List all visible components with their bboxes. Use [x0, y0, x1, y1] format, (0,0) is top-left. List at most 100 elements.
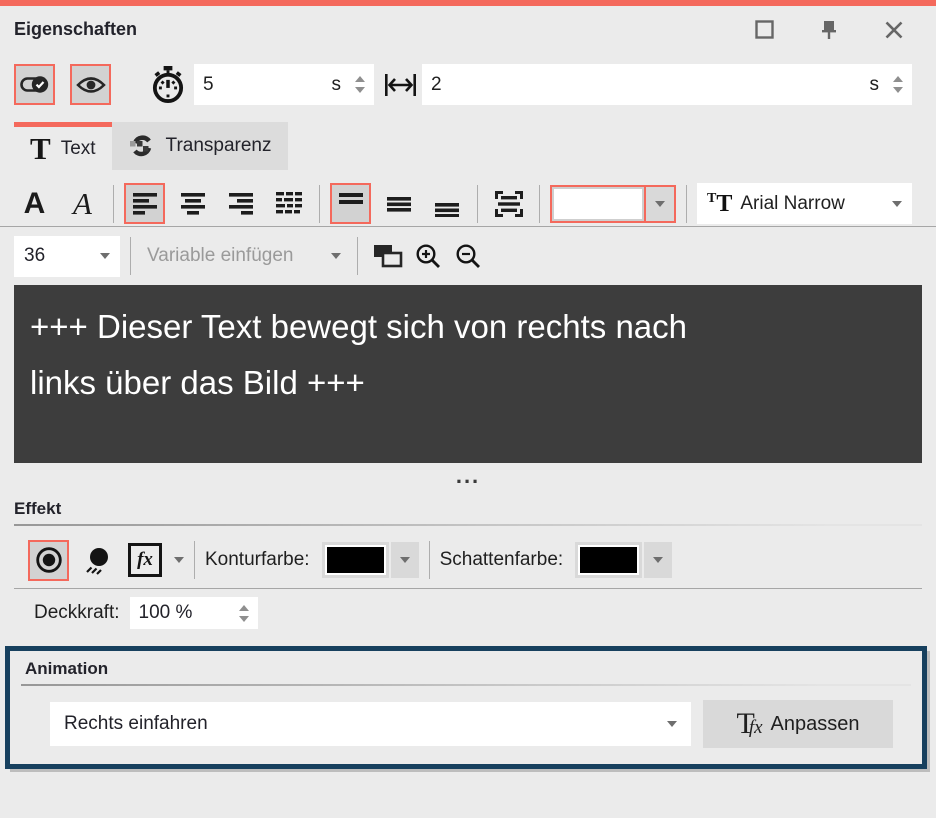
chevron-down-icon [667, 721, 677, 727]
separator [429, 541, 430, 579]
fit-text-button[interactable] [488, 183, 529, 224]
konturfarbe-dropdown[interactable] [391, 542, 419, 578]
chevron-down-icon [400, 557, 410, 563]
fx-dropdown-arrow[interactable] [174, 557, 184, 563]
tab-transparenz-label: Transparenz [166, 135, 272, 157]
align-center-button[interactable] [172, 183, 213, 224]
separator [113, 185, 114, 223]
insert-variable-select[interactable]: Variable einfügen [141, 236, 347, 277]
align-right-button[interactable] [220, 183, 261, 224]
text-preview-editor[interactable]: +++ Dieser Text bewegt sich von rechts n… [14, 285, 922, 463]
text-tab-icon: T [30, 133, 51, 164]
toggle-check-icon [20, 74, 50, 95]
duration-value: 5 [203, 74, 214, 96]
chevron-down-icon [100, 253, 110, 259]
tab-text[interactable]: T Text [14, 122, 112, 170]
animation-heading: Animation [25, 659, 911, 679]
font-icon: TT [707, 192, 732, 216]
effekt-heading: Effekt [14, 499, 922, 519]
animation-section: Animation Rechts einfahren Tfx Anpassen [5, 646, 927, 769]
duplicate-button[interactable] [368, 236, 408, 277]
effect-divider [14, 588, 922, 589]
font-size-select[interactable]: 36 [14, 236, 120, 277]
align-left-button[interactable] [124, 183, 165, 224]
schattenfarbe-swatch [578, 545, 639, 575]
effect-toolbar: fx Konturfarbe: Schattenfarbe: [14, 538, 922, 582]
separator [539, 185, 540, 223]
duration-field[interactable]: 5 s [194, 64, 374, 105]
duration-spinner[interactable] [355, 76, 365, 93]
separator [686, 185, 687, 223]
size-toolbar: 36 Variable einfügen [0, 235, 936, 277]
tfx-icon: Tfx [736, 709, 762, 739]
zoom-in-button[interactable] [408, 236, 448, 277]
anpassen-label: Anpassen [771, 713, 860, 736]
deckkraft-label: Deckkraft: [34, 602, 120, 624]
contour-icon [35, 546, 63, 574]
tab-text-label: Text [61, 138, 96, 160]
pin-icon[interactable] [820, 20, 838, 40]
offset-field[interactable]: 2 s [422, 64, 912, 105]
schattenfarbe-swatch-frame[interactable] [575, 542, 642, 578]
konturfarbe-picker[interactable] [322, 542, 419, 578]
tab-transparenz[interactable]: Transparenz [112, 122, 288, 170]
offset-spinner[interactable] [893, 76, 903, 93]
align-center-icon [180, 191, 206, 217]
text-color-picker[interactable] [550, 185, 676, 223]
valign-bottom-button[interactable] [426, 183, 467, 224]
eye-icon [76, 75, 106, 95]
schattenfarbe-picker[interactable] [575, 542, 672, 578]
chevron-down-icon [653, 557, 663, 563]
anpassen-button[interactable]: Tfx Anpassen [703, 700, 893, 748]
tab-bar: T Text Transparenz [0, 122, 936, 170]
konturfarbe-swatch-frame[interactable] [322, 542, 389, 578]
text-color-swatch[interactable] [552, 187, 644, 221]
format-toolbar: A A [0, 181, 936, 227]
shadow-effect-button[interactable] [78, 540, 118, 581]
close-icon[interactable] [884, 20, 904, 40]
shadow-icon [83, 545, 113, 575]
animation-select[interactable]: Rechts einfahren [50, 702, 691, 746]
fx-effects-button[interactable]: fx [128, 543, 162, 577]
enable-object-toggle-button[interactable] [14, 64, 55, 105]
font-family-select[interactable]: TT Arial Narrow [697, 183, 912, 224]
valign-top-icon [338, 191, 364, 217]
float-window-icon[interactable] [755, 20, 774, 39]
contour-effect-button[interactable] [28, 540, 69, 581]
visibility-toggle-button[interactable] [70, 64, 111, 105]
insert-variable-placeholder: Variable einfügen [147, 245, 293, 267]
duration-stopwatch [150, 66, 186, 104]
animation-rule [21, 684, 911, 686]
justify-icon [275, 191, 303, 217]
fit-text-icon [495, 191, 523, 217]
deckkraft-value: 100 % [139, 602, 193, 624]
font-family-value: Arial Narrow [740, 193, 845, 215]
separator [130, 237, 131, 275]
animation-selected-value: Rechts einfahren [64, 713, 208, 735]
effekt-rule [14, 524, 922, 526]
deckkraft-spinner[interactable] [239, 605, 249, 622]
bold-icon: A [24, 189, 46, 219]
valign-middle-button[interactable] [378, 183, 419, 224]
transparency-icon [128, 133, 156, 159]
offset-unit: s [870, 74, 880, 96]
separator [319, 185, 320, 223]
text-color-dropdown[interactable] [644, 187, 674, 221]
konturfarbe-label: Konturfarbe: [205, 549, 310, 571]
chevron-down-icon [655, 201, 665, 207]
deckkraft-field[interactable]: 100 % [130, 597, 258, 629]
chevron-down-icon [892, 201, 902, 207]
separator [194, 541, 195, 579]
italic-button[interactable]: A [62, 183, 103, 224]
schattenfarbe-dropdown[interactable] [644, 542, 672, 578]
font-size-value: 36 [24, 245, 45, 267]
valign-top-button[interactable] [330, 183, 371, 224]
zoom-out-button[interactable] [448, 236, 488, 277]
animation-controls: Rechts einfahren Tfx Anpassen [21, 700, 911, 748]
fx-icon: fx [137, 549, 153, 571]
window-controls [755, 20, 904, 40]
justify-button[interactable] [268, 183, 309, 224]
panel-splitter-handle[interactable]: ... [0, 471, 936, 485]
bold-button[interactable]: A [14, 183, 55, 224]
offset-value: 2 [431, 74, 442, 96]
